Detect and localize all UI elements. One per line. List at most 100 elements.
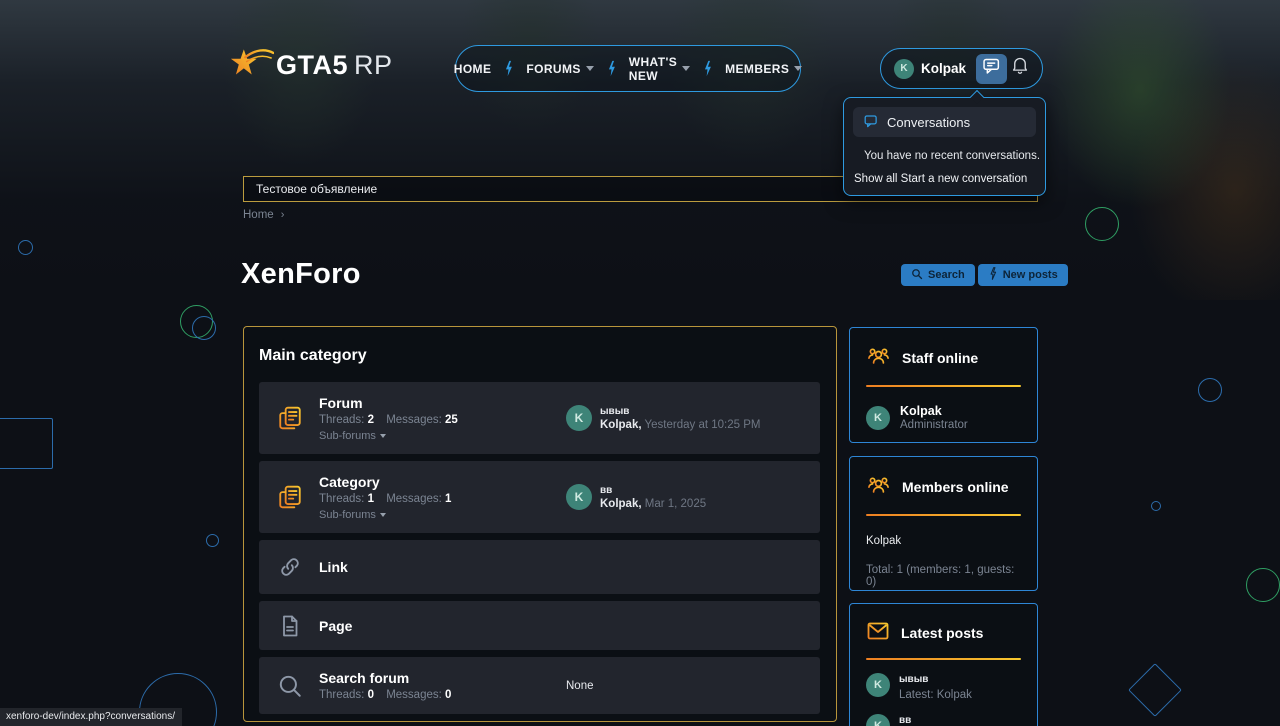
nav-item-forums[interactable]: FORUMS — [526, 62, 593, 76]
chat-bubble-icon — [863, 114, 878, 131]
latest-post-meta: Kolpak, Mar 1, 2025 — [600, 498, 706, 510]
link-title-link[interactable]: Link — [319, 559, 348, 575]
forum-stats: Threads: 2 Messages: 25 — [319, 414, 458, 426]
online-totals: Total: 1 (members: 1, guests: 0) — [866, 564, 1021, 588]
search-forum-stats: Threads: 0 Messages: 0 — [319, 689, 451, 701]
breadcrumb-home-link[interactable]: Home — [243, 209, 274, 221]
forum-title-link[interactable]: Forum — [319, 395, 458, 411]
chevron-down-icon — [586, 66, 594, 71]
site-logo[interactable]: GTA5RP — [228, 42, 393, 89]
node-row-link[interactable]: Link — [259, 540, 820, 594]
staff-online-block: Staff online K Kolpak Administrator — [849, 327, 1038, 443]
latest-post-title[interactable]: вв — [899, 715, 911, 726]
poster-avatar[interactable]: K — [866, 673, 890, 697]
bolt-separator-icon — [703, 60, 712, 77]
members-online-title: Members online — [902, 479, 1009, 495]
staff-online-title: Staff online — [902, 350, 978, 366]
link-icon — [276, 555, 303, 579]
node-row-forum[interactable]: Forum Threads: 2 Messages: 25 Sub-forums… — [259, 382, 820, 454]
start-new-conversation-link[interactable]: Start a new conversation — [901, 173, 1028, 185]
star-logo-icon — [228, 42, 274, 89]
no-conversations-text: You have no recent conversations. — [864, 150, 1045, 162]
breadcrumb: Home › — [243, 209, 284, 221]
latest-post-info[interactable]: K ывыв Kolpak, Yesterday at 10:25 PM — [566, 405, 760, 431]
category-title-link[interactable]: Category — [319, 474, 451, 490]
deco-circle — [1151, 501, 1161, 511]
group-icon — [866, 344, 891, 372]
search-button[interactable]: Search — [901, 264, 975, 286]
latest-poster-avatar[interactable]: K — [566, 405, 592, 431]
bolt-separator-icon — [607, 60, 616, 77]
node-row-category[interactable]: Category Threads: 1 Messages: 1 Sub-foru… — [259, 461, 820, 533]
chevron-down-icon — [682, 66, 690, 71]
latest-post-title[interactable]: ывыв — [899, 674, 972, 685]
latest-posts-block: Latest posts K ывыв Latest: Kolpak K вв — [849, 603, 1038, 726]
user-avatar[interactable]: K — [894, 59, 914, 79]
bell-icon — [1011, 56, 1029, 81]
page-title: XenForo — [241, 258, 361, 291]
lightning-icon — [988, 267, 998, 283]
show-all-link[interactable]: Show all — [854, 173, 897, 185]
node-row-search-forum[interactable]: Search forum Threads: 0 Messages: 0 None — [259, 657, 820, 714]
latest-post-info[interactable]: K вв Kolpak, Mar 1, 2025 — [566, 484, 706, 510]
forum-icon — [276, 484, 303, 510]
online-member-link[interactable]: Kolpak — [866, 535, 1021, 547]
conversations-dropdown-title: Conversations — [887, 115, 970, 130]
subforums-toggle[interactable]: Sub-forums — [319, 509, 451, 521]
main-category-block: Main category Forum Threads: 2 Messages:… — [243, 326, 837, 722]
deco-circle — [206, 534, 219, 547]
latest-post-item[interactable]: K ывыв Latest: Kolpak — [866, 673, 1021, 701]
poster-avatar[interactable]: K — [866, 714, 890, 726]
breadcrumb-chevron-icon: › — [281, 209, 285, 221]
forum-icon — [276, 405, 303, 431]
search-icon — [276, 673, 303, 699]
group-icon — [866, 473, 891, 501]
latest-posts-title: Latest posts — [901, 625, 983, 641]
latest-post-author: Latest: Kolpak — [899, 689, 972, 701]
deco-square — [0, 418, 53, 469]
latest-thread-title[interactable]: вв — [600, 485, 706, 496]
latest-thread-title[interactable]: ывыв — [600, 406, 760, 417]
staff-avatar[interactable]: K — [866, 406, 890, 430]
category-stats: Threads: 1 Messages: 1 — [319, 493, 451, 505]
staff-member-name[interactable]: Kolpak — [900, 404, 968, 418]
notice-text: Тестовое объявление — [256, 182, 377, 196]
divider — [866, 514, 1021, 516]
deco-diamond — [1128, 663, 1182, 717]
latest-post-meta: Kolpak, Yesterday at 10:25 PM — [600, 419, 760, 431]
subforums-toggle[interactable]: Sub-forums — [319, 430, 458, 442]
members-online-block: Members online Kolpak Total: 1 (members:… — [849, 456, 1038, 591]
latest-poster-avatar[interactable]: K — [566, 484, 592, 510]
search-forum-title-link[interactable]: Search forum — [319, 670, 451, 686]
chevron-down-icon — [380, 434, 386, 438]
nav-item-members[interactable]: MEMBERS — [725, 62, 802, 76]
envelope-icon — [866, 620, 890, 645]
chat-bubble-icon — [981, 57, 1001, 80]
user-name-link[interactable]: Kolpak — [921, 61, 966, 76]
bolt-separator-icon — [504, 60, 513, 77]
deco-circle — [192, 316, 216, 340]
staff-member-row[interactable]: K Kolpak Administrator — [866, 404, 1021, 431]
deco-circle — [1198, 378, 1222, 402]
deco-circle — [1085, 207, 1119, 241]
search-icon — [911, 268, 923, 283]
node-row-page[interactable]: Page — [259, 601, 820, 650]
page-title-link[interactable]: Page — [319, 618, 352, 634]
page-icon — [276, 614, 303, 638]
new-posts-button[interactable]: New posts — [978, 264, 1068, 286]
alerts-button[interactable] — [1007, 54, 1034, 84]
category-title[interactable]: Main category — [259, 347, 820, 365]
chevron-down-icon — [794, 66, 802, 71]
logo-text-main: GTA5 — [276, 50, 348, 80]
latest-post-item[interactable]: K вв — [866, 714, 1021, 726]
logo-text-suffix: RP — [354, 50, 393, 80]
divider — [866, 385, 1021, 387]
user-account-area: K Kolpak — [880, 48, 1043, 89]
nav-item-whats-new[interactable]: WHAT'S NEW — [629, 55, 690, 83]
link-preview-statusbar: xenforo-dev/index.php?conversations/ — [0, 708, 182, 726]
conversations-button[interactable] — [976, 54, 1007, 84]
chevron-down-icon — [380, 513, 386, 517]
deco-circle — [18, 240, 33, 255]
divider — [866, 658, 1021, 660]
nav-item-home[interactable]: HOME — [454, 62, 492, 76]
